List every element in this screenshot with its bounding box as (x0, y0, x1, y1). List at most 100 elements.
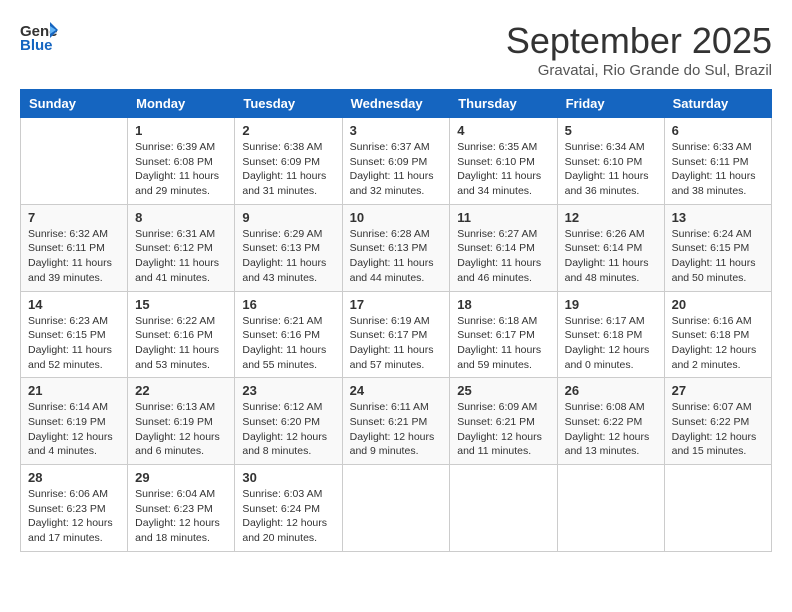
calendar-cell: 13 Sunrise: 6:24 AMSunset: 6:15 PMDayligh… (664, 204, 771, 291)
calendar-week-row: 21 Sunrise: 6:14 AMSunset: 6:19 PMDayligh… (21, 378, 772, 465)
day-number: 1 (135, 123, 227, 138)
column-header-tuesday: Tuesday (235, 90, 342, 118)
day-info: Sunrise: 6:34 AMSunset: 6:10 PMDaylight:… (565, 140, 657, 199)
day-info: Sunrise: 6:28 AMSunset: 6:13 PMDaylight:… (350, 227, 443, 286)
calendar-cell: 3 Sunrise: 6:37 AMSunset: 6:09 PMDaylight… (342, 118, 450, 205)
column-header-friday: Friday (557, 90, 664, 118)
calendar-cell: 20 Sunrise: 6:16 AMSunset: 6:18 PMDayligh… (664, 291, 771, 378)
day-info: Sunrise: 6:29 AMSunset: 6:13 PMDaylight:… (242, 227, 334, 286)
day-info: Sunrise: 6:21 AMSunset: 6:16 PMDaylight:… (242, 314, 334, 373)
column-header-saturday: Saturday (664, 90, 771, 118)
day-number: 3 (350, 123, 443, 138)
day-number: 27 (672, 383, 764, 398)
column-header-thursday: Thursday (450, 90, 557, 118)
calendar-week-row: 1 Sunrise: 6:39 AMSunset: 6:08 PMDaylight… (21, 118, 772, 205)
day-number: 25 (457, 383, 549, 398)
day-info: Sunrise: 6:08 AMSunset: 6:22 PMDaylight:… (565, 400, 657, 459)
calendar-cell: 4 Sunrise: 6:35 AMSunset: 6:10 PMDaylight… (450, 118, 557, 205)
column-header-monday: Monday (128, 90, 235, 118)
day-number: 6 (672, 123, 764, 138)
day-number: 7 (28, 210, 120, 225)
calendar-header-row: SundayMondayTuesdayWednesdayThursdayFrid… (21, 90, 772, 118)
calendar-cell: 25 Sunrise: 6:09 AMSunset: 6:21 PMDayligh… (450, 378, 557, 465)
calendar-cell: 21 Sunrise: 6:14 AMSunset: 6:19 PMDayligh… (21, 378, 128, 465)
calendar-cell: 12Sunrise: 6:26 AMSunset: 6:14 PMDayligh… (557, 204, 664, 291)
day-number: 9 (242, 210, 334, 225)
day-info: Sunrise: 6:03 AMSunset: 6:24 PMDaylight:… (242, 487, 334, 546)
location: Gravatai, Rio Grande do Sul, Brazil (506, 62, 772, 79)
day-number: 15 (135, 297, 227, 312)
calendar-cell: 19Sunrise: 6:17 AMSunset: 6:18 PMDayligh… (557, 291, 664, 378)
day-number: 23 (242, 383, 334, 398)
day-info: Sunrise: 6:19 AMSunset: 6:17 PMDaylight:… (350, 314, 443, 373)
calendar-cell: 29Sunrise: 6:04 AMSunset: 6:23 PMDayligh… (128, 465, 235, 552)
day-number: 28 (28, 470, 120, 485)
day-info: Sunrise: 6:14 AMSunset: 6:19 PMDaylight:… (28, 400, 120, 459)
calendar-cell: 27 Sunrise: 6:07 AMSunset: 6:22 PMDayligh… (664, 378, 771, 465)
day-info: Sunrise: 6:33 AMSunset: 6:11 PMDaylight:… (672, 140, 764, 199)
calendar-cell (450, 465, 557, 552)
calendar-cell: 14 Sunrise: 6:23 AMSunset: 6:15 PMDayligh… (21, 291, 128, 378)
calendar-cell: 5 Sunrise: 6:34 AMSunset: 6:10 PMDaylight… (557, 118, 664, 205)
day-number: 18 (457, 297, 549, 312)
calendar-week-row: 7 Sunrise: 6:32 AMSunset: 6:11 PMDaylight… (21, 204, 772, 291)
day-number: 20 (672, 297, 764, 312)
day-number: 2 (242, 123, 334, 138)
day-info: Sunrise: 6:06 AMSunset: 6:23 PMDaylight:… (28, 487, 120, 546)
calendar-cell: 22 Sunrise: 6:13 AMSunset: 6:19 PMDayligh… (128, 378, 235, 465)
calendar-cell: 23 Sunrise: 6:12 AMSunset: 6:20 PMDayligh… (235, 378, 342, 465)
day-number: 10 (350, 210, 443, 225)
calendar-cell: 28 Sunrise: 6:06 AMSunset: 6:23 PMDayligh… (21, 465, 128, 552)
svg-text:Blue: Blue (20, 37, 53, 52)
calendar-cell: 6 Sunrise: 6:33 AMSunset: 6:11 PMDaylight… (664, 118, 771, 205)
day-number: 29 (135, 470, 227, 485)
day-number: 11 (457, 210, 549, 225)
calendar-cell: 24 Sunrise: 6:11 AMSunset: 6:21 PMDayligh… (342, 378, 450, 465)
day-number: 21 (28, 383, 120, 398)
day-number: 24 (350, 383, 443, 398)
day-info: Sunrise: 6:13 AMSunset: 6:19 PMDaylight:… (135, 400, 227, 459)
day-number: 16 (242, 297, 334, 312)
day-info: Sunrise: 6:12 AMSunset: 6:20 PMDaylight:… (242, 400, 334, 459)
day-number: 14 (28, 297, 120, 312)
day-number: 13 (672, 210, 764, 225)
day-number: 22 (135, 383, 227, 398)
day-number: 17 (350, 297, 443, 312)
day-info: Sunrise: 6:17 AMSunset: 6:18 PMDaylight:… (565, 314, 657, 373)
day-info: Sunrise: 6:32 AMSunset: 6:11 PMDaylight:… (28, 227, 120, 286)
day-number: 4 (457, 123, 549, 138)
logo: General Blue (20, 20, 58, 52)
calendar-cell: 10 Sunrise: 6:28 AMSunset: 6:13 PMDayligh… (342, 204, 450, 291)
day-number: 5 (565, 123, 657, 138)
column-header-sunday: Sunday (21, 90, 128, 118)
day-number: 26 (565, 383, 657, 398)
calendar-cell (21, 118, 128, 205)
day-info: Sunrise: 6:31 AMSunset: 6:12 PMDaylight:… (135, 227, 227, 286)
calendar-cell (342, 465, 450, 552)
day-info: Sunrise: 6:09 AMSunset: 6:21 PMDaylight:… (457, 400, 549, 459)
day-number: 12 (565, 210, 657, 225)
day-info: Sunrise: 6:37 AMSunset: 6:09 PMDaylight:… (350, 140, 443, 199)
calendar-table: SundayMondayTuesdayWednesdayThursdayFrid… (20, 89, 772, 552)
day-info: Sunrise: 6:27 AMSunset: 6:14 PMDaylight:… (457, 227, 549, 286)
day-info: Sunrise: 6:07 AMSunset: 6:22 PMDaylight:… (672, 400, 764, 459)
day-info: Sunrise: 6:22 AMSunset: 6:16 PMDaylight:… (135, 314, 227, 373)
calendar-cell: 18 Sunrise: 6:18 AMSunset: 6:17 PMDayligh… (450, 291, 557, 378)
month-title: September 2025 (506, 20, 772, 62)
day-info: Sunrise: 6:24 AMSunset: 6:15 PMDaylight:… (672, 227, 764, 286)
day-info: Sunrise: 6:38 AMSunset: 6:09 PMDaylight:… (242, 140, 334, 199)
day-info: Sunrise: 6:18 AMSunset: 6:17 PMDaylight:… (457, 314, 549, 373)
calendar-cell: 15 Sunrise: 6:22 AMSunset: 6:16 PMDayligh… (128, 291, 235, 378)
page-header: General Blue September 2025 Gravatai, Ri… (20, 20, 772, 79)
day-info: Sunrise: 6:35 AMSunset: 6:10 PMDaylight:… (457, 140, 549, 199)
day-info: Sunrise: 6:11 AMSunset: 6:21 PMDaylight:… (350, 400, 443, 459)
day-info: Sunrise: 6:39 AMSunset: 6:08 PMDaylight:… (135, 140, 227, 199)
day-info: Sunrise: 6:23 AMSunset: 6:15 PMDaylight:… (28, 314, 120, 373)
calendar-cell: 8Sunrise: 6:31 AMSunset: 6:12 PMDaylight… (128, 204, 235, 291)
calendar-cell: 11 Sunrise: 6:27 AMSunset: 6:14 PMDayligh… (450, 204, 557, 291)
calendar-week-row: 14 Sunrise: 6:23 AMSunset: 6:15 PMDayligh… (21, 291, 772, 378)
calendar-cell: 30Sunrise: 6:03 AMSunset: 6:24 PMDayligh… (235, 465, 342, 552)
calendar-cell: 7 Sunrise: 6:32 AMSunset: 6:11 PMDaylight… (21, 204, 128, 291)
calendar-cell: 1 Sunrise: 6:39 AMSunset: 6:08 PMDaylight… (128, 118, 235, 205)
day-info: Sunrise: 6:16 AMSunset: 6:18 PMDaylight:… (672, 314, 764, 373)
